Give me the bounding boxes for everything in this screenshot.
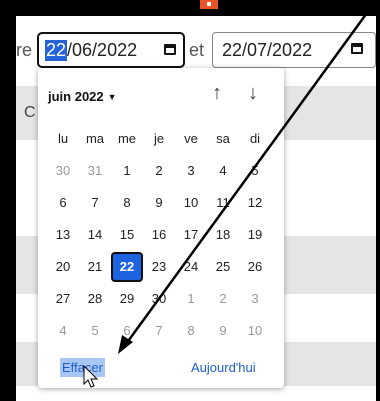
calendar-day[interactable]: 27 xyxy=(49,288,77,310)
calendar-day[interactable]: 5 xyxy=(241,160,269,182)
calendar-day[interactable]: 21 xyxy=(81,256,109,278)
range-label-fragment: re xyxy=(16,40,33,60)
selected-day[interactable]: 22 xyxy=(113,254,141,280)
calendar-day[interactable]: 5 xyxy=(81,320,109,342)
calendar-day[interactable]: 9 xyxy=(145,192,173,214)
clear-button[interactable]: Effacer xyxy=(60,358,105,377)
weekday-header: ma xyxy=(85,131,105,146)
window-right-border xyxy=(376,0,380,401)
calendar-icon[interactable] xyxy=(351,43,363,54)
calendar-day[interactable]: 24 xyxy=(177,256,205,278)
calendar-day[interactable]: 9 xyxy=(209,320,237,342)
calendar-day[interactable]: 26 xyxy=(241,256,269,278)
calendar-day[interactable]: 7 xyxy=(81,192,109,214)
start-date-input[interactable]: 22/06/2022 xyxy=(37,32,185,68)
calendar-day[interactable]: 18 xyxy=(209,224,237,246)
calendar-icon[interactable] xyxy=(164,44,176,55)
calendar-day[interactable]: 8 xyxy=(113,192,141,214)
calendar-day[interactable]: 3 xyxy=(177,160,205,182)
end-date-value: 22/07/2022 xyxy=(222,39,313,60)
calendar-day[interactable]: 10 xyxy=(177,192,205,214)
calendar-day[interactable]: 1 xyxy=(113,160,141,182)
calendar-day[interactable]: 29 xyxy=(113,288,141,310)
calendar-day[interactable]: 30 xyxy=(145,288,173,310)
calendar-day[interactable]: 11 xyxy=(209,192,237,214)
weekday-header: me xyxy=(117,131,137,146)
start-date-rest: /06/2022 xyxy=(67,39,138,60)
calendar-day[interactable]: 12 xyxy=(241,192,269,214)
calendar-day[interactable]: 25 xyxy=(209,256,237,278)
calendar-day[interactable]: 16 xyxy=(145,224,173,246)
window-top-border xyxy=(0,0,380,16)
next-month-arrow-icon[interactable]: ↓ xyxy=(248,82,258,105)
calendar-day[interactable]: 19 xyxy=(241,224,269,246)
end-date-input[interactable]: 22/07/2022 xyxy=(212,32,376,68)
calendar-day[interactable]: 4 xyxy=(209,160,237,182)
weekday-header: sa xyxy=(216,131,230,146)
calendar-day[interactable]: 15 xyxy=(113,224,141,246)
calendar-day[interactable]: 30 xyxy=(49,160,77,182)
calendar-day[interactable]: 7 xyxy=(145,320,173,342)
weekday-header: ve xyxy=(184,131,198,146)
datepicker-popup: juin 2022 ▼ ↑ ↓ lu ma me je ve sa di 30 31 1 2 3 4 5 6 7… xyxy=(38,68,284,388)
calendar-day[interactable]: 14 xyxy=(81,224,109,246)
calendar-day[interactable]: 1 xyxy=(177,288,205,310)
calendar-day[interactable]: 4 xyxy=(49,320,77,342)
calendar-day[interactable]: 10 xyxy=(241,320,269,342)
calendar-day[interactable]: 23 xyxy=(145,256,173,278)
calendar-day[interactable]: 2 xyxy=(145,160,173,182)
calendar-day[interactable]: 6 xyxy=(49,192,77,214)
weekday-header: di xyxy=(249,131,261,146)
calendar-day[interactable]: 2 xyxy=(209,288,237,310)
orange-tab-icon xyxy=(200,0,218,9)
calendar-day[interactable]: 20 xyxy=(49,256,77,278)
previous-month-arrow-icon[interactable]: ↑ xyxy=(212,82,222,105)
weekday-header: lu xyxy=(57,131,69,146)
month-year-label: juin 2022 xyxy=(48,89,104,104)
calendar-day[interactable]: 28 xyxy=(81,288,109,310)
range-separator: et xyxy=(189,40,205,60)
month-year-selector[interactable]: juin 2022 ▼ xyxy=(48,89,117,104)
calendar-day[interactable]: 6 xyxy=(113,320,141,342)
calendar-day[interactable]: 13 xyxy=(49,224,77,246)
window-left-border xyxy=(0,0,16,401)
calendar-day[interactable]: 8 xyxy=(177,320,205,342)
today-button[interactable]: Aujourd'hui xyxy=(191,360,256,375)
weekday-header: je xyxy=(153,131,165,146)
calendar-day[interactable]: 17 xyxy=(177,224,205,246)
start-day-segment[interactable]: 22 xyxy=(45,39,68,61)
calendar-day[interactable]: 31 xyxy=(81,160,109,182)
caret-down-icon: ▼ xyxy=(107,92,117,102)
page-label-fragment: C xyxy=(24,104,36,121)
calendar-day[interactable]: 3 xyxy=(241,288,269,310)
